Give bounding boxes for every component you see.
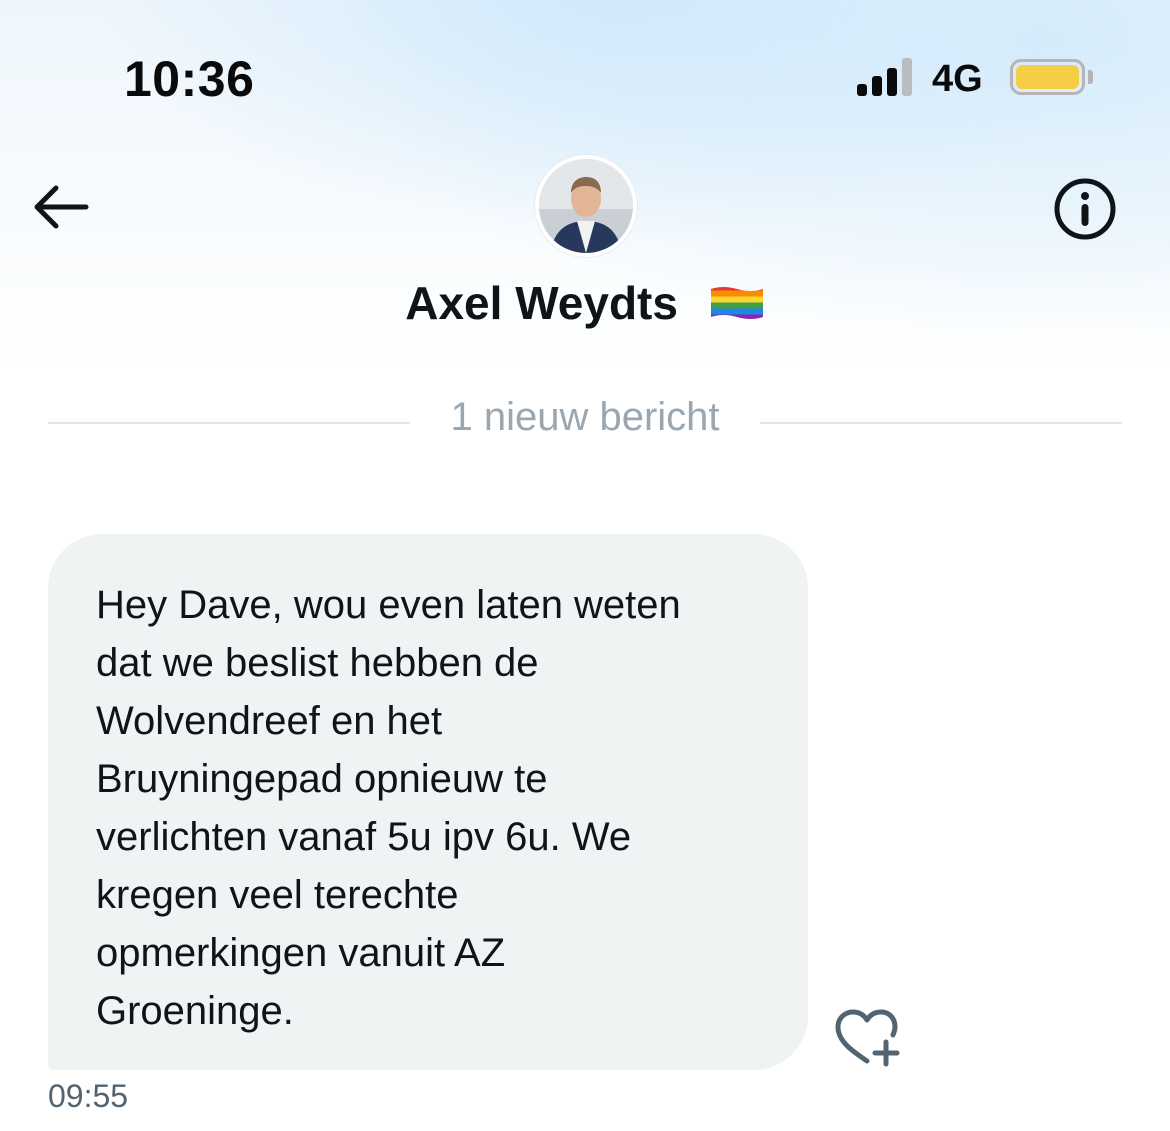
heart-plus-icon <box>835 1009 900 1067</box>
new-messages-label: 1 nieuw bericht <box>450 395 720 439</box>
arrow-left-icon <box>34 185 89 229</box>
divider-right <box>760 422 1122 424</box>
info-circle-icon <box>1054 178 1116 240</box>
back-button[interactable] <box>30 180 92 234</box>
signal-strength-icon <box>857 58 915 96</box>
react-button[interactable] <box>834 1008 904 1068</box>
contact-name-text: Axel Weydts <box>405 276 678 329</box>
network-type: 4G <box>932 58 983 100</box>
contact-avatar[interactable] <box>535 155 637 257</box>
battery-tip <box>1088 70 1093 84</box>
contact-name[interactable]: Axel Weydts <box>0 272 1170 330</box>
message-bubble[interactable]: Hey Dave, wou even laten weten dat we be… <box>48 534 808 1070</box>
conversation-info-button[interactable] <box>1052 176 1118 242</box>
message-text: Hey Dave, wou even laten weten dat we be… <box>96 583 681 1033</box>
battery-icon <box>1010 59 1085 95</box>
avatar-image <box>539 159 633 253</box>
status-bar: 10:36 4G <box>0 0 1170 150</box>
rainbow-flag-icon <box>710 286 763 319</box>
message-timestamp: 09:55 <box>48 1078 129 1114</box>
status-time: 10:36 <box>124 51 255 107</box>
battery-level <box>1016 65 1079 89</box>
